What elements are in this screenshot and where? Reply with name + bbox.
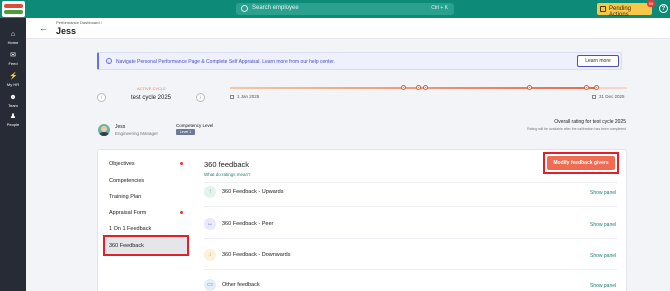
- cycle-start-date: 1 Jan 2025: [230, 94, 259, 99]
- ratings-help-link[interactable]: What do ratings mean?: [204, 172, 251, 177]
- sidebar-item-appraisal-form[interactable]: Appraisal Form: [109, 210, 146, 216]
- highlight-modify-button: [543, 152, 619, 174]
- cycle-end-date: 31 Dec 2025: [592, 94, 625, 99]
- section-title: 360 feedback: [204, 160, 250, 169]
- highlight-360-feedback: [103, 235, 189, 256]
- page-header: ← Performance Dashboard / Jess: [26, 18, 670, 39]
- divider: [204, 238, 617, 239]
- nav-item-label: Feed: [8, 61, 18, 66]
- nav-item-team[interactable]: ☻ Team: [0, 91, 26, 111]
- nav-item-label: My HR: [6, 82, 20, 87]
- help-icon[interactable]: ?: [659, 4, 668, 13]
- nav-item-people[interactable]: ♟ People: [0, 110, 26, 130]
- calendar-icon: [230, 95, 234, 99]
- megaphone-icon: ✉: [10, 52, 16, 59]
- back-arrow-icon[interactable]: ←: [39, 23, 48, 33]
- feedback-row-label: 360 Feedback - Peer: [222, 221, 274, 227]
- divider: [204, 269, 617, 270]
- arrows-horizontal-icon: ↔: [204, 218, 216, 230]
- calendar-icon: [592, 95, 596, 99]
- cycle-timeline-progress: [230, 87, 596, 89]
- bolt-icon: ⚡: [9, 73, 18, 80]
- feedback-row-label: 360 Feedback - Downwards: [222, 252, 291, 258]
- nav-item-feed[interactable]: ✉ Feed: [0, 49, 26, 69]
- search-placeholder: Search employee: [252, 5, 299, 11]
- divider: [204, 182, 617, 183]
- info-icon: i: [106, 58, 112, 64]
- nav-item-label: Home: [7, 40, 19, 45]
- notification-dot: [180, 211, 183, 214]
- people-icon: ♟: [9, 113, 17, 120]
- overall-rating-label: Overall rating for test cycle 2025: [554, 119, 626, 125]
- search-icon: [241, 5, 248, 12]
- nav-item-home[interactable]: ⌂ Home: [0, 28, 26, 48]
- timeline-milestone[interactable]: [527, 85, 532, 90]
- breadcrumb[interactable]: Performance Dashboard /: [56, 20, 102, 25]
- nav-item-label: People: [6, 122, 20, 127]
- sidebar-item-1on1-feedback[interactable]: 1 On 1 Feedback: [109, 226, 151, 232]
- pending-actions-label: Pending Actions: [609, 6, 632, 18]
- timeline-milestone[interactable]: [423, 85, 428, 90]
- timeline-milestone[interactable]: [594, 85, 599, 90]
- show-panel-link[interactable]: Show panel: [590, 283, 616, 289]
- team-icon: ☻: [9, 94, 17, 101]
- help-banner: i Navigate Personal Performance Page & C…: [97, 52, 622, 70]
- next-cycle-chevron-icon[interactable]: ›: [196, 93, 205, 102]
- banner-text: Navigate Personal Performance Page & Com…: [116, 59, 336, 65]
- divider: [204, 206, 617, 207]
- overall-rating-note: Rating will be available after the calib…: [527, 127, 626, 131]
- arrow-down-icon: ↓: [204, 249, 216, 261]
- competency-level-badge: Level 1: [176, 129, 195, 135]
- avatar: [98, 124, 110, 136]
- sidebar-item-training-plan[interactable]: Training Plan: [109, 194, 141, 200]
- show-panel-link[interactable]: Show panel: [590, 253, 616, 259]
- notification-dot: [180, 162, 183, 165]
- home-icon: ⌂: [10, 31, 16, 38]
- search-input[interactable]: Search employee Ctrl + K: [236, 3, 454, 15]
- employee-role: Engineering Manager: [115, 131, 159, 136]
- page-title: Jess: [56, 26, 77, 36]
- active-cycle-label: ACTIVE CYCLE: [137, 86, 166, 91]
- sidebar-item-objectives[interactable]: Objectives: [109, 161, 135, 167]
- cycle-name: test cycle 2025: [131, 95, 172, 101]
- timeline-milestone[interactable]: [416, 85, 421, 90]
- timeline-milestone[interactable]: [401, 85, 406, 90]
- nav-item-my-hr[interactable]: ⚡ My HR: [0, 70, 26, 90]
- inbox-icon: [600, 6, 606, 12]
- competency-level-label: Competency Level: [176, 123, 214, 128]
- chat-icon: ▭: [204, 279, 216, 291]
- left-nav: ⌂ Home ✉ Feed ⚡ My HR ☻ Team ♟ People: [0, 18, 26, 291]
- sidebar-item-competencies[interactable]: Competencies: [109, 178, 144, 184]
- pending-count-badge: 99: [647, 0, 655, 7]
- show-panel-link[interactable]: Show panel: [590, 222, 616, 228]
- feedback-row-label: Other feedback: [222, 282, 260, 288]
- timeline-milestone[interactable]: [584, 85, 589, 90]
- prev-cycle-chevron-icon[interactable]: ‹: [97, 93, 106, 102]
- top-bar: Search employee Ctrl + K Pending Actions…: [0, 0, 670, 18]
- app-logo[interactable]: [2, 1, 25, 17]
- show-panel-link[interactable]: Show panel: [590, 190, 616, 196]
- learn-more-button[interactable]: Learn more: [577, 55, 619, 67]
- nav-item-label: Team: [8, 103, 18, 108]
- arrow-up-icon: ↑: [204, 186, 216, 198]
- pending-actions-button[interactable]: Pending Actions 99: [597, 0, 655, 18]
- employee-name: Jess: [115, 124, 126, 130]
- search-shortcut: Ctrl + K: [431, 5, 448, 11]
- feedback-row-label: 360 Feedback - Upwards: [222, 189, 284, 195]
